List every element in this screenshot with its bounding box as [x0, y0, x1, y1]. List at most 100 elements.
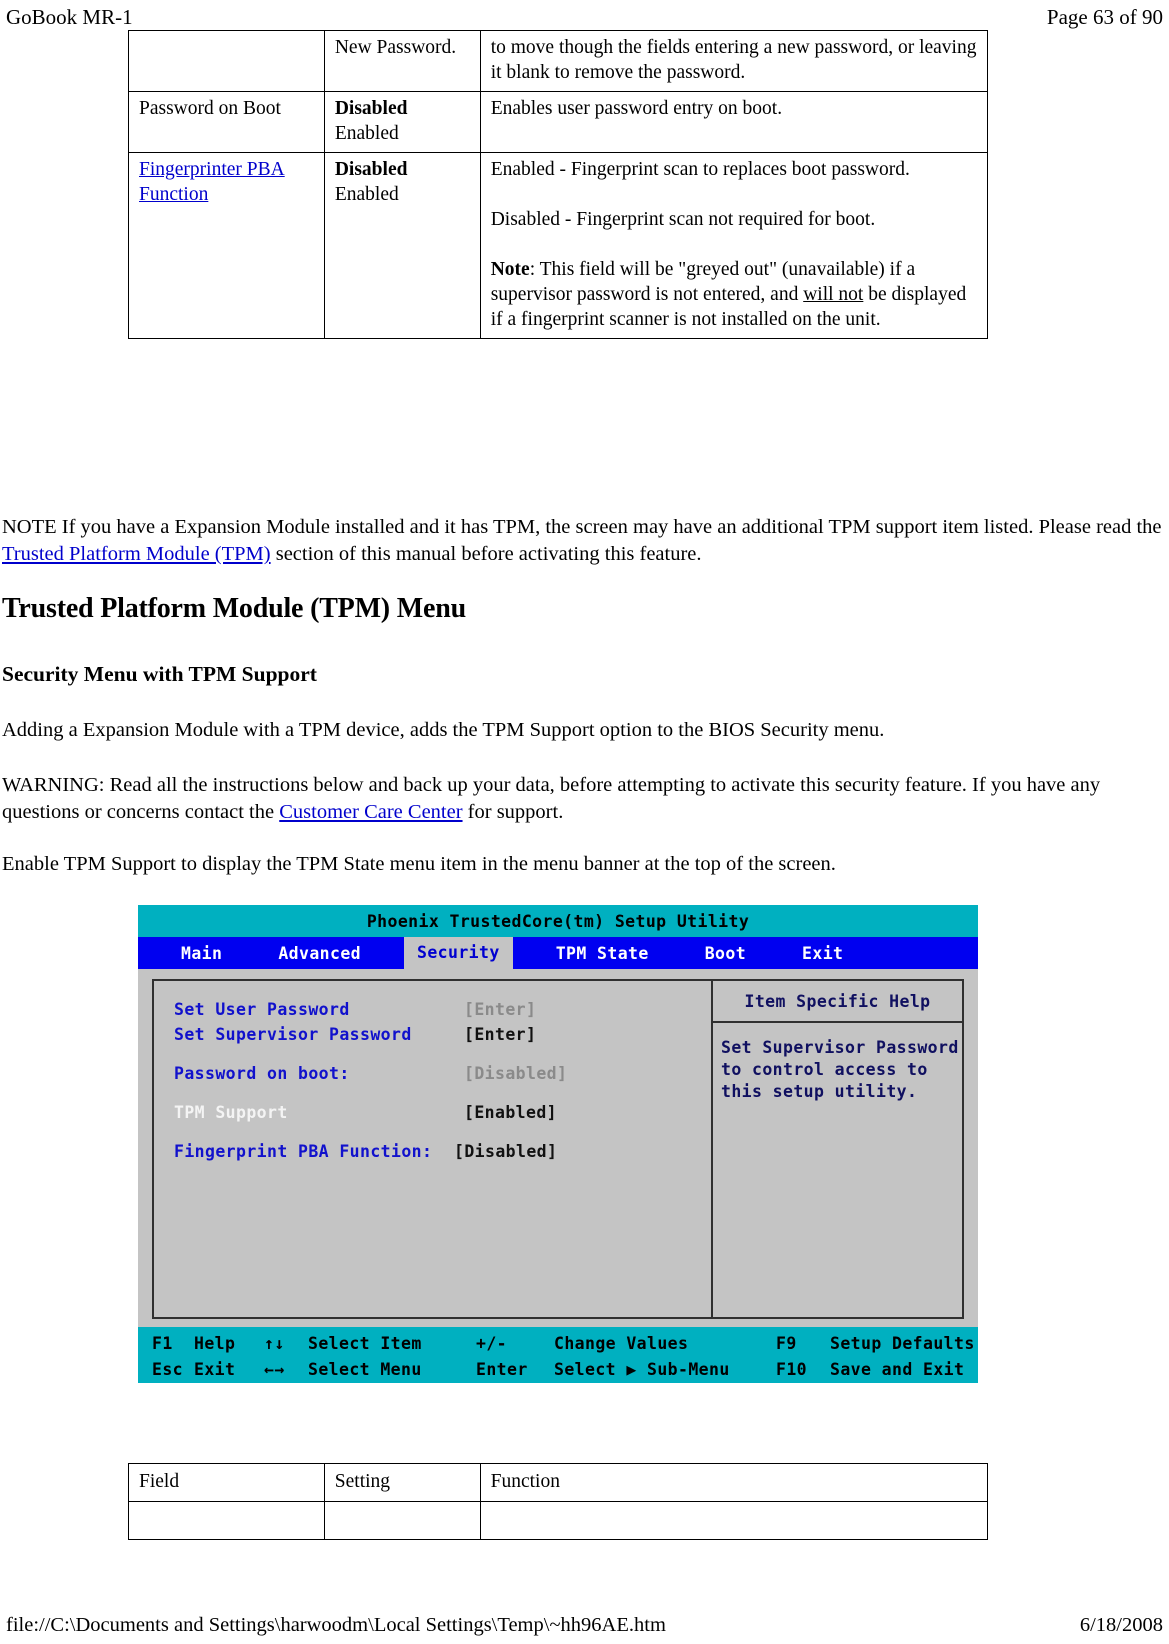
- note-paragraph-part2: section of this manual before activating…: [270, 543, 702, 565]
- option-value: [Enabled]: [464, 1103, 558, 1122]
- function-paragraph-1: Enabled - Fingerprint scan to replaces b…: [490, 159, 910, 180]
- page-footer: file://C:\Documents and Settings\harwood…: [0, 1612, 1169, 1638]
- cell-setting: [323, 1501, 481, 1540]
- help-panel-title: Item Specific Help: [713, 981, 962, 1023]
- footer-file-path: file://C:\Documents and Settings\harwood…: [6, 1614, 666, 1636]
- header-function: Function: [479, 1463, 989, 1502]
- key-f9-desc: Setup Defaults: [830, 1334, 975, 1353]
- key-f9[interactable]: F9: [776, 1331, 830, 1357]
- function-paragraph-2: Disabled - Fingerprint scan not required…: [490, 209, 876, 230]
- cell-setting: New Password.: [323, 30, 481, 92]
- function-key-row-1: F1 Help ↑↓ Select Item +/- Change Values…: [152, 1331, 978, 1357]
- bios-setup-screenshot: Phoenix TrustedCore(tm) Setup Utility Ma…: [138, 905, 978, 1383]
- bios-option-fingerprint-pba-function[interactable]: Fingerprint PBA Function: [Disabled]: [174, 1139, 711, 1164]
- option-label: TPM Support: [174, 1103, 288, 1122]
- setting-default: Disabled: [334, 98, 408, 119]
- document-title: GoBook MR-1: [6, 5, 133, 29]
- key-select-item-desc: Select Item: [308, 1334, 422, 1353]
- key-enter[interactable]: Enter: [476, 1357, 554, 1383]
- page-number: Page 63 of 90: [1046, 5, 1163, 29]
- key-f10[interactable]: F10: [776, 1357, 830, 1383]
- bios-tab-boot[interactable]: Boot: [692, 939, 759, 968]
- help-panel-body: Set Supervisor Password to control acces…: [713, 1023, 962, 1103]
- option-label: Fingerprint PBA Function:: [174, 1142, 433, 1161]
- bios-help-panel: Item Specific Help Set Supervisor Passwo…: [712, 979, 964, 1319]
- key-esc[interactable]: Esc: [152, 1357, 194, 1383]
- settings-table-top: New Password. to move though the fields …: [128, 30, 989, 339]
- cell-field: [128, 1501, 325, 1540]
- warning-part2: for support.: [462, 801, 564, 823]
- bios-option-set-supervisor-password[interactable]: Set Supervisor Password [Enter]: [174, 1022, 711, 1047]
- warning-paragraph: WARNING: Read all the instructions below…: [2, 772, 1162, 826]
- cell-field: [128, 30, 325, 92]
- key-change-values-desc: Change Values: [554, 1334, 689, 1353]
- table-row: Password on Boot Disabled Enabled Enable…: [128, 91, 989, 153]
- bios-menu-bar: Main Advanced Security TPM State Boot Ex…: [138, 937, 978, 969]
- header-field: Field: [128, 1463, 325, 1502]
- key-f1-desc: Help: [194, 1334, 236, 1353]
- key-plus-minus[interactable]: +/-: [476, 1331, 554, 1357]
- bios-options-panel: Set User Password [Enter] Set Supervisor…: [152, 979, 712, 1319]
- note-text-emphasis: will not: [803, 284, 864, 305]
- table-row: Fingerprinter PBA Function Disabled Enab…: [128, 152, 989, 339]
- option-value: [Enter]: [464, 1000, 537, 1019]
- cell-field: Fingerprinter PBA Function: [128, 152, 325, 339]
- key-updown-arrows-icon[interactable]: ↑↓: [264, 1331, 308, 1357]
- bios-tab-tpm-state[interactable]: TPM State: [543, 939, 662, 968]
- option-value: [Disabled]: [464, 1064, 568, 1083]
- table-row: New Password. to move though the fields …: [128, 30, 989, 92]
- link-customer-care-center[interactable]: Customer Care Center: [279, 801, 462, 823]
- cell-setting: Disabled Enabled: [323, 91, 481, 153]
- bios-option-tpm-support[interactable]: TPM Support [Enabled]: [174, 1100, 711, 1125]
- bios-function-key-bar: F1 Help ↑↓ Select Item +/- Change Values…: [138, 1327, 978, 1383]
- help-line: this setup utility.: [721, 1082, 918, 1101]
- bios-option-set-user-password[interactable]: Set User Password [Enter]: [174, 997, 711, 1022]
- note-paragraph-part1: NOTE If you have a Expansion Module inst…: [2, 516, 1162, 538]
- bios-tab-security[interactable]: Security: [404, 937, 513, 969]
- bios-tab-main[interactable]: Main: [168, 939, 235, 968]
- cell-function: [479, 1501, 989, 1540]
- setting-alt: Enabled: [334, 123, 399, 144]
- table-header-row: Field Setting Function: [128, 1463, 989, 1502]
- bios-tab-advanced[interactable]: Advanced: [265, 939, 374, 968]
- header-setting: Setting: [323, 1463, 481, 1502]
- paragraph-enable-tpm: Enable TPM Support to display the TPM St…: [2, 853, 836, 875]
- settings-table-bottom: Field Setting Function: [128, 1463, 989, 1540]
- cell-function: to move though the fields entering a new…: [479, 30, 989, 92]
- function-key-row-2: Esc Exit ←→ Select Menu Enter Select ▶ S…: [152, 1357, 978, 1383]
- subsection-title: Security Menu with TPM Support: [2, 662, 317, 686]
- key-select-menu-desc: Select Menu: [308, 1360, 422, 1379]
- option-label: Set Supervisor Password: [174, 1025, 412, 1044]
- key-f1[interactable]: F1: [152, 1331, 194, 1357]
- help-line: Set Supervisor Password: [721, 1038, 959, 1057]
- footer-date: 6/18/2008: [1079, 1614, 1163, 1636]
- bios-title-bar: Phoenix TrustedCore(tm) Setup Utility: [138, 905, 978, 937]
- function-note: Note: This field will be "greyed out" (u…: [491, 257, 979, 332]
- table-row: [128, 1501, 989, 1540]
- help-line: to control access to: [721, 1060, 928, 1079]
- option-value: [Enter]: [464, 1025, 537, 1044]
- key-sub-menu-desc: Select ▶ Sub-Menu: [554, 1360, 730, 1379]
- note-paragraph: NOTE If you have a Expansion Module inst…: [2, 514, 1162, 568]
- key-esc-desc: Exit: [194, 1360, 236, 1379]
- bios-tab-exit[interactable]: Exit: [789, 939, 856, 968]
- bios-body: Set User Password [Enter] Set Supervisor…: [138, 969, 978, 1327]
- option-label: Password on boot:: [174, 1064, 350, 1083]
- option-label: Set User Password: [174, 1000, 350, 1019]
- paragraph-adding-module: Adding a Expansion Module with a TPM dev…: [2, 719, 885, 741]
- note-label: Note: [490, 259, 530, 280]
- page-title: Trusted Platform Module (TPM) Menu: [2, 593, 466, 624]
- cell-setting: Disabled Enabled: [323, 152, 481, 339]
- cell-field: Password on Boot: [128, 91, 325, 153]
- option-value: [Disabled]: [454, 1142, 558, 1161]
- cell-function: Enables user password entry on boot.: [479, 91, 989, 153]
- link-fingerprinter-pba-function[interactable]: Fingerprinter PBA Function: [139, 159, 285, 205]
- bios-option-password-on-boot[interactable]: Password on boot: [Disabled]: [174, 1061, 711, 1086]
- link-trusted-platform-module[interactable]: Trusted Platform Module (TPM): [2, 543, 271, 565]
- key-leftright-arrows-icon[interactable]: ←→: [264, 1357, 308, 1383]
